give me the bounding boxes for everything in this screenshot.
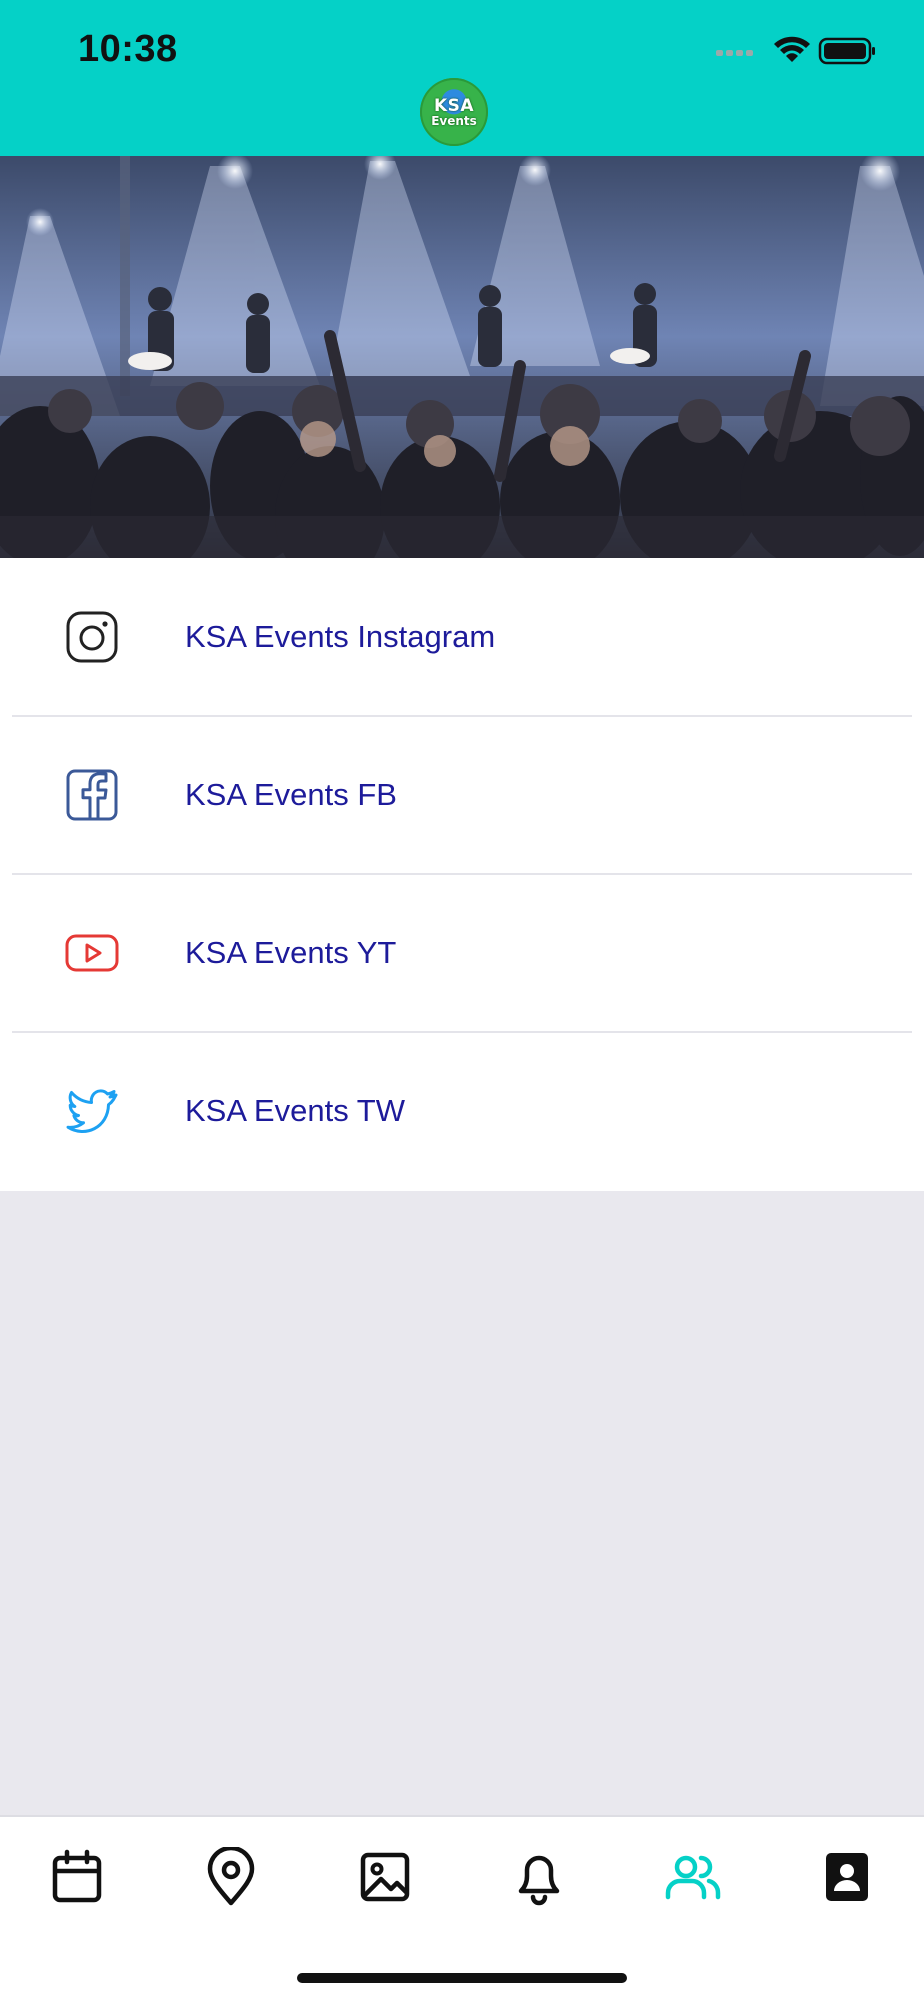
- list-item-instagram[interactable]: KSA Events Instagram: [0, 558, 924, 716]
- image-icon: [360, 1852, 410, 1902]
- home-indicator[interactable]: [297, 1973, 627, 1983]
- app-header: 10:38 KSA Events: [0, 0, 924, 156]
- list-item-youtube[interactable]: KSA Events YT: [0, 874, 924, 1032]
- social-links-list: KSA Events Instagram KSA Events FB KSA E…: [0, 558, 924, 1191]
- list-item-label: KSA Events Instagram: [185, 619, 496, 654]
- ksa-events-logo: KSA Events: [420, 78, 488, 146]
- wifi-icon: [774, 36, 810, 62]
- list-item-label: KSA Events FB: [185, 777, 397, 812]
- signal-icon: [716, 50, 753, 56]
- facebook-icon: [64, 767, 120, 823]
- twitter-icon: [64, 1083, 120, 1139]
- calendar-icon: [52, 1849, 102, 1903]
- list-item-label: KSA Events TW: [185, 1093, 405, 1128]
- bell-icon: [518, 1855, 560, 1906]
- list-item-twitter[interactable]: KSA Events TW: [0, 1032, 924, 1190]
- contact-card-icon: [826, 1853, 868, 1901]
- logo-text-ksa: KSA: [433, 96, 475, 116]
- location-pin-icon: [207, 1845, 255, 1906]
- instagram-icon: [64, 609, 120, 665]
- youtube-icon: [64, 925, 120, 981]
- battery-icon: [818, 37, 875, 65]
- logo-text-events: Events: [431, 114, 477, 128]
- list-item-label: KSA Events YT: [185, 935, 397, 970]
- status-time: 10:38: [78, 28, 178, 70]
- hero-concert-image: [0, 156, 924, 558]
- status-icons: [716, 36, 875, 65]
- users-icon: [665, 1855, 721, 1900]
- tab-social[interactable]: [663, 1847, 723, 1907]
- tab-calendar[interactable]: [47, 1847, 107, 1907]
- tab-gallery[interactable]: [355, 1847, 415, 1907]
- tab-notifications[interactable]: [509, 1847, 569, 1907]
- list-item-facebook[interactable]: KSA Events FB: [0, 716, 924, 874]
- tab-location[interactable]: [201, 1845, 261, 1907]
- tab-contact[interactable]: [817, 1847, 877, 1907]
